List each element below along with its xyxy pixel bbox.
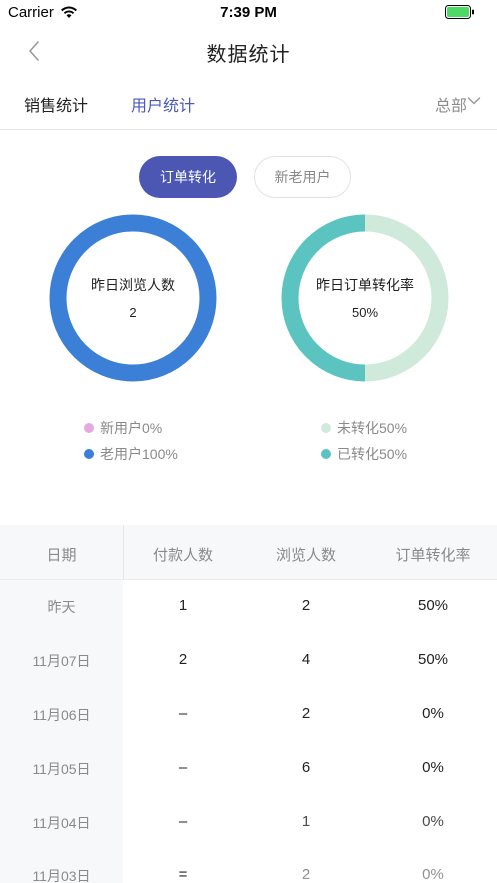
donut-chart: [281, 214, 449, 382]
row-date: 11月06日: [32, 707, 91, 723]
donut-segment-converted: [281, 214, 366, 382]
row-rate: 0%: [422, 759, 444, 776]
segment-new-old-users[interactable]: 新老用户: [254, 156, 351, 198]
row-paid: –: [178, 705, 188, 722]
donut-value: 50%: [351, 305, 379, 320]
browse-count-donut: 昨日浏览人数 2: [48, 213, 218, 383]
row-paid: =: [178, 866, 188, 883]
row-paid: 2: [178, 651, 188, 668]
donut-segment-unconverted: [364, 214, 449, 382]
segment-order-conversion[interactable]: 订单转化: [139, 156, 237, 198]
row-browse: 2: [301, 866, 311, 883]
donut-chart: [49, 214, 217, 382]
row-paid: –: [178, 813, 188, 830]
daily-stats-table: 日期 付款人数 浏览人数 订单转化率 昨天 1 2 50% 11月07日 2 4…: [0, 525, 497, 883]
region-selector[interactable]: 总部: [435, 92, 467, 116]
row-browse: 6: [301, 759, 311, 776]
row-paid: 1: [178, 597, 188, 614]
tab-sales-stats[interactable]: 销售统计: [24, 92, 88, 116]
legend-dot: [321, 449, 331, 459]
status-bar: Carrier 7:39 PM: [0, 0, 497, 26]
conversion-rate-donut: 昨日订单转化率 50%: [280, 213, 450, 383]
row-rate: 0%: [422, 866, 444, 883]
row-date: 11月05日: [32, 761, 91, 777]
row-date: 11月07日: [32, 653, 91, 669]
battery-icon: [445, 5, 474, 19]
legend-unconverted: 未转化50%: [321, 418, 407, 438]
legend-new-users: 新用户0%: [84, 418, 162, 438]
row-browse: 2: [301, 705, 311, 722]
header-browse-count: 浏览人数: [275, 547, 336, 564]
tab-user-stats[interactable]: 用户统计: [131, 92, 195, 116]
row-date: 昨天: [47, 599, 76, 615]
donut-title: 昨日订单转化率: [316, 277, 414, 293]
row-rate: 0%: [422, 813, 444, 830]
row-browse: 4: [301, 651, 311, 668]
page-title: 数据统计: [206, 44, 291, 66]
donut-ring-old-users: [49, 214, 217, 382]
clock-time: 7:39 PM: [220, 4, 277, 21]
legend-label: 已转化50%: [337, 446, 408, 462]
legend-dot: [84, 423, 94, 433]
header-paid-count: 付款人数: [152, 547, 213, 564]
row-paid: –: [178, 759, 188, 776]
row-browse: 2: [301, 597, 311, 614]
legend-label: 新用户0%: [100, 420, 163, 436]
chevron-down-icon[interactable]: [467, 94, 481, 108]
navigation-bar: 数据统计: [0, 26, 497, 76]
legend-dot: [321, 423, 331, 433]
row-rate: 0%: [422, 705, 444, 722]
legend-converted: 已转化50%: [321, 444, 407, 464]
row-rate: 50%: [417, 651, 449, 668]
donut-value: 2: [129, 305, 137, 320]
header-date: 日期: [46, 547, 77, 564]
donut-title: 昨日浏览人数: [91, 277, 175, 293]
legend-label: 未转化50%: [337, 420, 408, 436]
legend-old-users: 老用户100%: [84, 444, 178, 464]
row-date: 11月04日: [32, 815, 91, 831]
row-date: 11月03日: [32, 868, 91, 883]
legend-label: 老用户100%: [100, 446, 178, 462]
header-conversion-rate: 订单转化率: [395, 547, 471, 564]
legend-dot: [84, 449, 94, 459]
stats-tab-bar: 销售统计 用户统计 总部: [0, 80, 497, 130]
row-rate: 50%: [417, 597, 449, 614]
row-browse: 1: [301, 813, 311, 830]
